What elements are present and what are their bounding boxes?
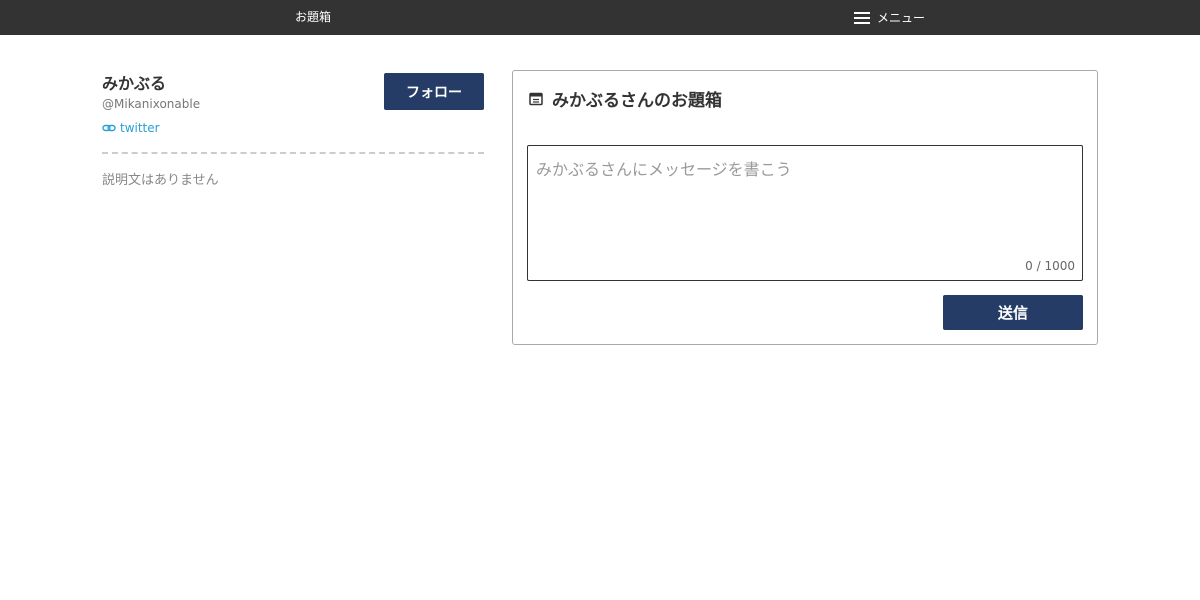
follow-button[interactable]: フォロー [384, 73, 484, 110]
profile-divider [102, 152, 484, 154]
profile-description: 説明文はありません [102, 173, 219, 188]
profile-name: みかぶる [102, 74, 167, 93]
top-navbar: お題箱 メニュー [0, 0, 1200, 35]
card-title: みかぶるさんのお題箱 [552, 91, 722, 111]
menu-label: メニュー [877, 11, 926, 25]
question-box-card: みかぶるさんのお題箱 0 / 1000 送信 [512, 70, 1098, 345]
message-box: 0 / 1000 [527, 145, 1083, 281]
link-icon [102, 121, 116, 135]
send-button[interactable]: 送信 [943, 295, 1083, 330]
inbox-icon [528, 91, 544, 107]
twitter-link[interactable]: twitter [102, 121, 160, 135]
site-title[interactable]: お題箱 [295, 0, 331, 35]
menu-button[interactable]: メニュー [853, 0, 925, 35]
message-input[interactable] [528, 146, 1082, 280]
profile-handle: @Mikanixonable [102, 97, 201, 111]
hamburger-icon [853, 11, 871, 25]
twitter-link-label: twitter [120, 121, 160, 135]
card-header: みかぶるさんのお題箱 [528, 86, 722, 111]
character-count: 0 / 1000 [1025, 259, 1075, 273]
